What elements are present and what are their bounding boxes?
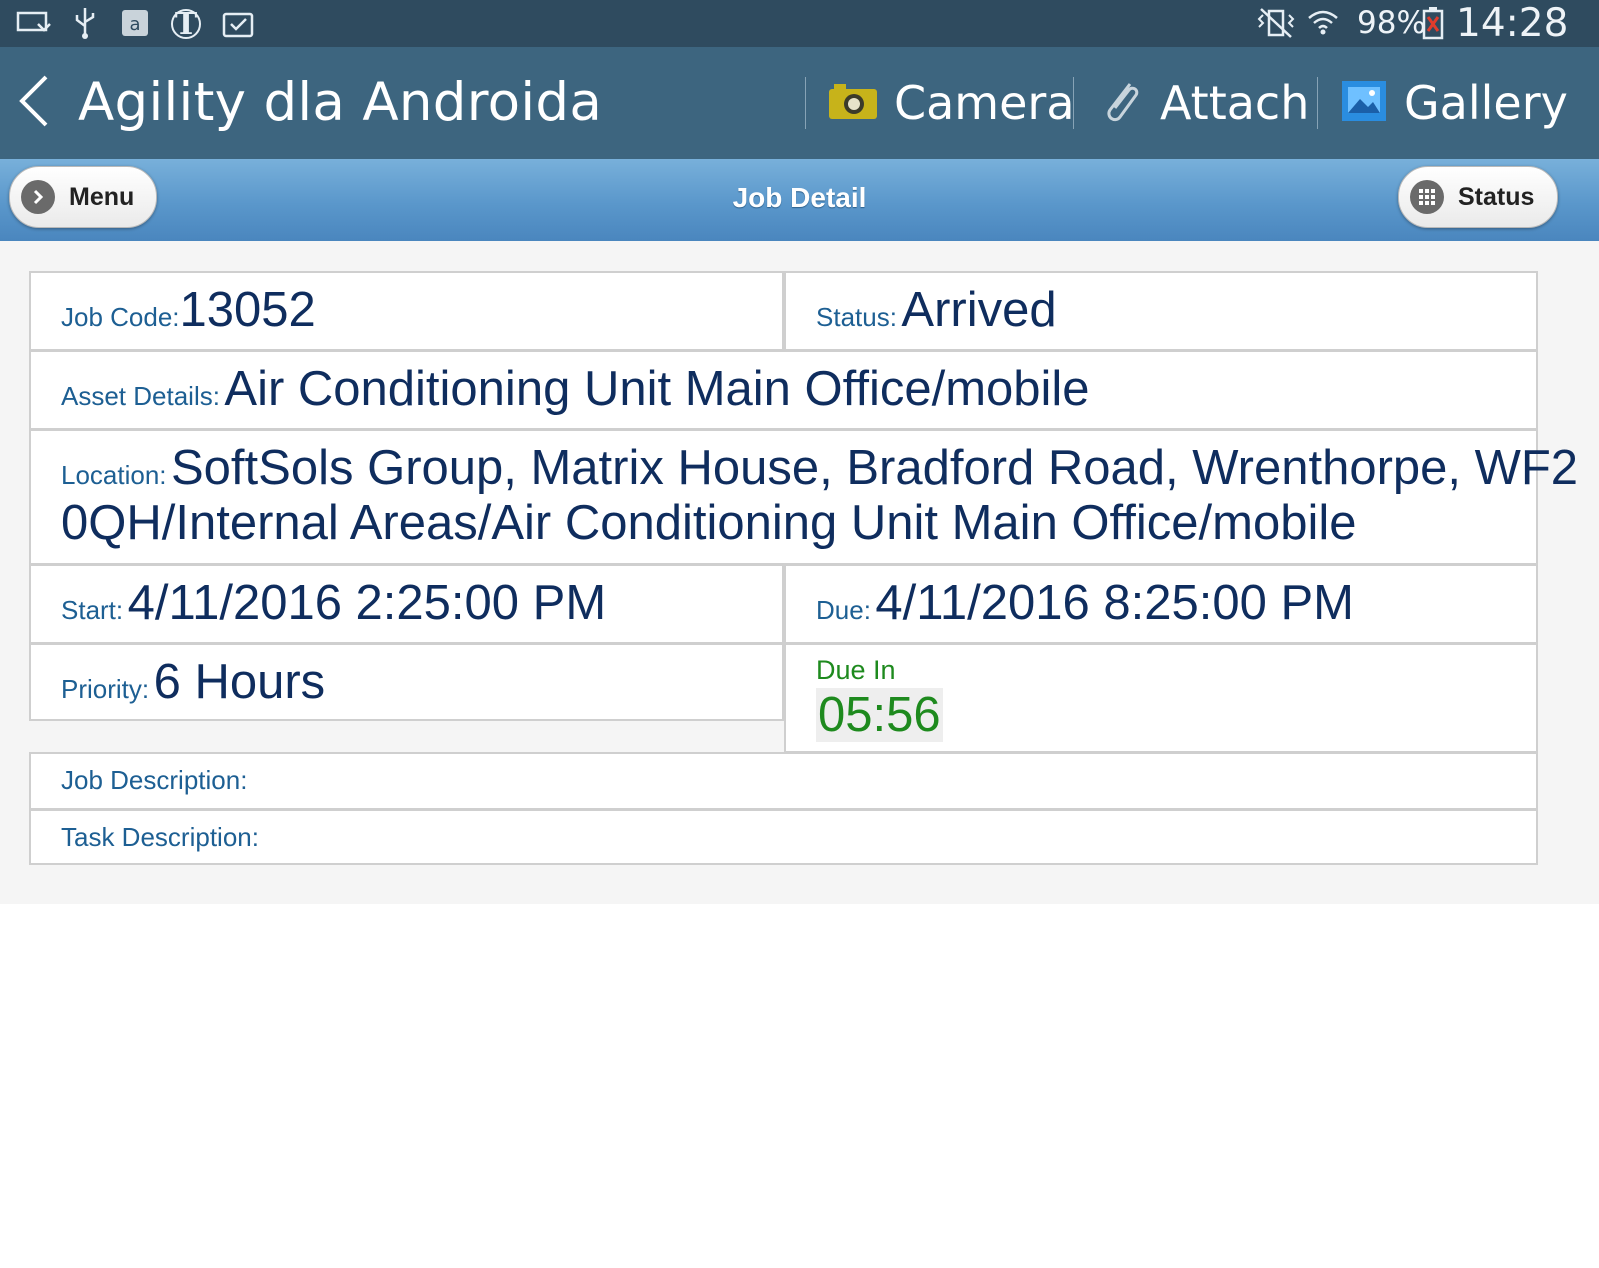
battery-icon xyxy=(1420,6,1446,40)
due-label: Due: xyxy=(816,595,871,625)
camera-label: Camera xyxy=(894,76,1075,130)
due-in-label: Due In xyxy=(816,655,896,685)
page-title: Job Detail xyxy=(732,182,867,213)
battery-percent: 98% xyxy=(1357,5,1426,41)
job-description-label: Job Description: xyxy=(61,765,248,795)
job-description-cell: Job Description: xyxy=(29,752,1538,810)
action-separator xyxy=(1317,77,1318,129)
status-value: Arrived xyxy=(901,283,1057,337)
due-in-cell: Due In 05:56 xyxy=(784,643,1538,753)
task-description-label: Task Description: xyxy=(61,822,259,852)
chevron-right-icon xyxy=(21,180,55,214)
svg-text:a: a xyxy=(129,14,140,35)
paperclip-icon xyxy=(1100,78,1144,128)
screen-mirror-icon xyxy=(14,6,54,40)
priority-label: Priority: xyxy=(61,674,150,704)
status-button-label: Status xyxy=(1458,182,1535,211)
location-value-line2: 0QH/Internal Areas/Air Conditioning Unit… xyxy=(61,496,1357,550)
job-code-value: 13052 xyxy=(179,283,316,337)
attach-button[interactable]: Attach xyxy=(1100,47,1309,159)
start-cell: Start: 4/11/2016 2:25:00 PM xyxy=(29,564,784,644)
clipboard-check-icon xyxy=(220,6,256,40)
usb-icon xyxy=(70,6,100,40)
back-arrow-icon[interactable] xyxy=(14,73,54,129)
asset-details-value: Air Conditioning Unit Main Office/mobile xyxy=(224,362,1090,416)
gallery-button[interactable]: Gallery xyxy=(1340,47,1568,159)
wifi-icon xyxy=(1304,6,1342,40)
amazon-icon: a xyxy=(120,6,150,40)
task-description-cell: Task Description: xyxy=(29,809,1538,865)
job-code-cell: Job Code:13052 xyxy=(29,271,784,351)
job-detail-content: Job Code:13052 Status: Arrived Asset Det… xyxy=(0,241,1599,904)
start-value: 4/11/2016 2:25:00 PM xyxy=(127,576,607,630)
grid-icon xyxy=(1410,180,1444,214)
page-header: Job Detail Menu Status xyxy=(0,159,1599,242)
due-in-countdown: 05:56 xyxy=(816,688,943,742)
status-cell: Status: Arrived xyxy=(784,271,1538,351)
gallery-icon xyxy=(1340,79,1388,127)
due-value: 4/11/2016 8:25:00 PM xyxy=(875,576,1354,630)
action-separator xyxy=(1073,77,1074,129)
nyt-icon: T xyxy=(168,6,204,40)
asset-details-label: Asset Details: xyxy=(61,381,220,411)
clock: 14:28 xyxy=(1456,1,1569,46)
start-label: Start: xyxy=(61,595,124,625)
priority-cell: Priority: 6 Hours xyxy=(29,643,784,721)
camera-icon xyxy=(828,81,878,125)
due-cell: Due: 4/11/2016 8:25:00 PM xyxy=(784,564,1538,644)
location-label: Location: xyxy=(61,460,167,490)
menu-button-label: Menu xyxy=(69,182,135,211)
gallery-label: Gallery xyxy=(1404,76,1568,130)
asset-details-cell: Asset Details: Air Conditioning Unit Mai… xyxy=(29,350,1538,430)
job-code-label: Job Code: xyxy=(61,302,180,332)
app-title: Agility dla Androida xyxy=(78,72,603,133)
location-cell: Location: SoftSols Group, Matrix House, … xyxy=(29,429,1578,565)
action-separator xyxy=(805,77,806,129)
status-bar: a T 98% 14:28 xyxy=(0,0,1599,47)
camera-button[interactable]: Camera xyxy=(828,47,1075,159)
status-label: Status: xyxy=(816,302,897,332)
menu-button[interactable]: Menu xyxy=(9,166,157,228)
location-value-line1: SoftSols Group, Matrix House, Bradford R… xyxy=(170,441,1579,495)
priority-value: 6 Hours xyxy=(153,655,326,709)
action-bar: Agility dla Androida Camera Attach Galle… xyxy=(0,47,1599,159)
status-button[interactable]: Status xyxy=(1398,166,1558,228)
attach-label: Attach xyxy=(1160,76,1310,130)
mute-vibrate-icon xyxy=(1254,6,1298,40)
